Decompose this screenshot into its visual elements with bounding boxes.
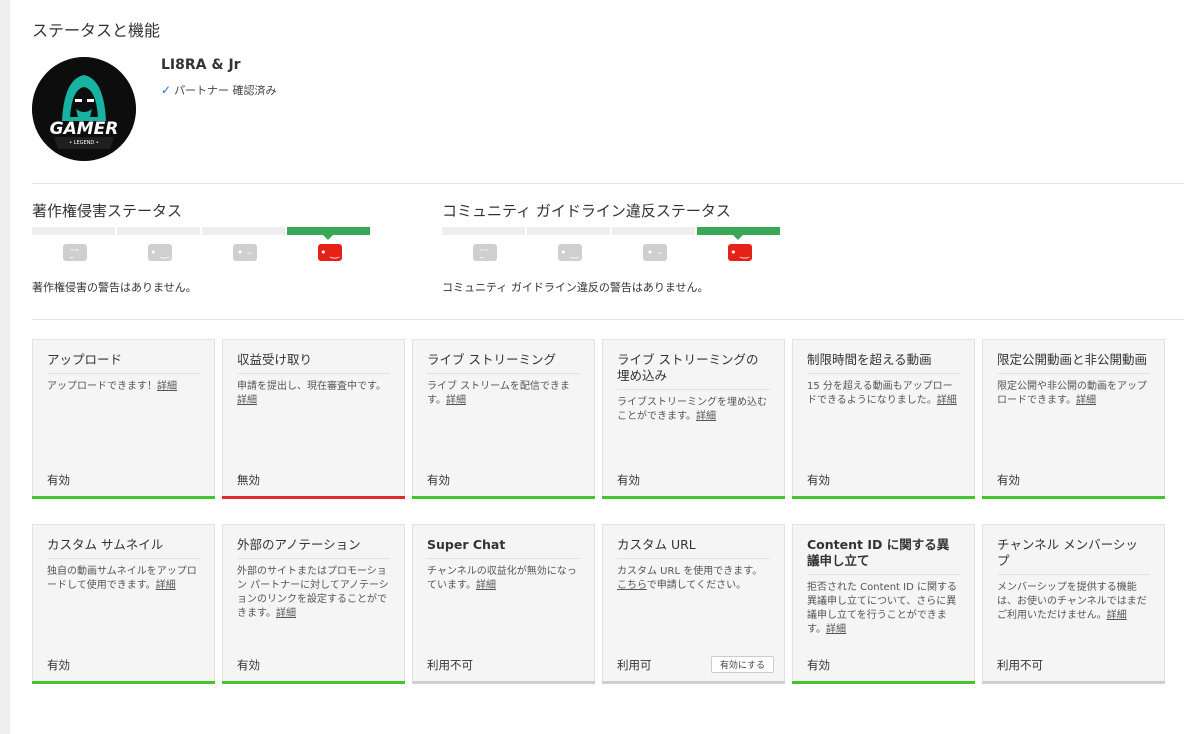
feature-card-content-id-appeals: Content ID に関する異議申し立て 拒否された Content ID に…	[792, 524, 975, 684]
feature-title: Content ID に関する異議申し立て	[807, 537, 960, 575]
feature-description-suffix: で申請してください。	[646, 580, 747, 591]
divider	[32, 183, 1184, 184]
feature-card-super-chat: Super Chat チャンネルの収益化が無効になっています。詳細 利用不可	[412, 524, 595, 684]
feature-card-embed-live: ライブ ストリーミングの埋め込み ライブストリーミングを埋め込むことができます。…	[602, 339, 785, 499]
details-link[interactable]: 詳細	[1107, 610, 1127, 621]
strike-segment	[32, 227, 115, 235]
feature-card-custom-url: カスタム URL カスタム URL を使用できます。 こちらで申請してください。 …	[602, 524, 785, 684]
copyright-message: 著作権侵害の警告はありません。	[32, 281, 197, 294]
feature-status: 有効	[807, 658, 830, 672]
feature-title: 収益受け取り	[237, 352, 390, 374]
strike-segment-active	[697, 227, 780, 240]
strike-segment-active	[287, 227, 370, 240]
feature-status: 有効	[807, 473, 830, 487]
feature-status: 利用不可	[427, 658, 473, 672]
feature-description: 限定公開や非公開の動画をアップロードできます。	[997, 381, 1147, 406]
community-status-title: コミュニティ ガイドライン違反ステータス	[442, 202, 731, 220]
feature-card-upload: アップロード アップロードできます！詳細 有効	[32, 339, 215, 499]
feature-card-channel-membership: チャンネル メンバーシップ メンバーシップを提供する機能は、お使いのチャンネルで…	[982, 524, 1165, 684]
feature-description: 外部のサイトまたはプロモーション パートナーに対してアノテーションのリンクを設定…	[237, 566, 389, 619]
feature-description: アップロードできます！	[47, 381, 157, 392]
sad-face-icon: ᵔ̯ᵔ	[62, 244, 87, 261]
happy-face-icon: • ‿ •	[727, 244, 752, 276]
feature-description: チャンネルの収益化が無効になっています。	[427, 566, 577, 591]
community-faces: ᵔ̯ᵔ • ‿ • • – • • ‿ •	[442, 244, 782, 276]
avatar-text: GAMER	[50, 119, 119, 139]
feature-status: 有効	[427, 473, 450, 487]
feature-card-longer-videos: 制限時間を超える動画 15 分を超える動画もアップロードできるようになりました。…	[792, 339, 975, 499]
details-link[interactable]: 詳細	[276, 608, 296, 619]
strike-segment	[117, 227, 200, 235]
feature-title: 制限時間を超える動画	[807, 352, 960, 374]
community-strike-bar	[442, 227, 780, 240]
feature-description: 申請を提出し、現在審査中です。	[237, 381, 386, 392]
feature-card-external-annotations: 外部のアノテーション 外部のサイトまたはプロモーション パートナーに対してアノテ…	[222, 524, 405, 684]
happy-face-icon: • ‿ •	[317, 244, 342, 276]
details-link[interactable]: 詳細	[446, 395, 466, 406]
channel-avatar: GAMER • LEGEND •	[32, 57, 136, 161]
strike-segment	[442, 227, 525, 235]
sad-face-icon: ᵔ̯ᵔ	[472, 244, 497, 261]
feature-card-live-streaming: ライブ ストリーミング ライブ ストリームを配信できます。詳細 有効	[412, 339, 595, 499]
feature-title: アップロード	[47, 352, 200, 374]
verified-status: ✓ パートナー 確認済み	[161, 82, 277, 98]
feature-status: 有効	[47, 473, 70, 487]
divider	[32, 319, 1184, 320]
copyright-status-title: 著作権侵害ステータス	[32, 202, 183, 220]
details-link[interactable]: 詳細	[826, 624, 846, 635]
details-link[interactable]: 詳細	[156, 580, 176, 591]
feature-description: ライブストリーミングを埋め込むことができます。	[617, 397, 767, 422]
feature-status: 有効	[617, 473, 640, 487]
details-link[interactable]: 詳細	[476, 580, 496, 591]
feature-title: 限定公開動画と非公開動画	[997, 352, 1150, 374]
verified-label: パートナー 確認済み	[174, 84, 277, 97]
feature-title: カスタム URL	[617, 537, 770, 559]
avatar-subtext: • LEGEND •	[69, 140, 99, 146]
feature-title: ライブ ストリーミング	[427, 352, 580, 374]
feature-title: 外部のアノテーション	[237, 537, 390, 559]
page-title: ステータスと機能	[32, 21, 161, 40]
avatar-logo-icon: GAMER • LEGEND •	[32, 57, 136, 161]
details-link[interactable]: 詳細	[937, 395, 957, 406]
feature-status: 有効	[47, 658, 70, 672]
details-link[interactable]: 詳細	[157, 381, 177, 392]
feature-status: 無効	[237, 473, 260, 487]
feature-status: 有効	[237, 658, 260, 672]
feature-card-monetization: 収益受け取り 申請を提出し、現在審査中です。詳細 無効	[222, 339, 405, 499]
copyright-faces: ᵔ̯ᵔ • ‿ • • – • • ‿ •	[32, 244, 372, 276]
details-link[interactable]: 詳細	[1076, 395, 1096, 406]
channel-name: LI8RA & Jr	[161, 57, 241, 73]
feature-status: 有効	[997, 473, 1020, 487]
details-link[interactable]: 詳細	[696, 411, 716, 422]
strike-segment	[527, 227, 610, 235]
feature-status: 利用可	[617, 658, 652, 672]
neutral-face-icon: • – •	[642, 244, 667, 276]
apply-here-link[interactable]: こちら	[617, 580, 647, 591]
feature-title: ライブ ストリーミングの埋め込み	[617, 352, 770, 390]
feature-description: カスタム URL を使用できます。	[617, 566, 763, 577]
strike-segment	[612, 227, 695, 235]
strike-segment	[202, 227, 285, 235]
feature-title: チャンネル メンバーシップ	[997, 537, 1150, 575]
neutral-face-icon: • – •	[232, 244, 257, 276]
feature-title: カスタム サムネイル	[47, 537, 200, 559]
community-message: コミュニティ ガイドライン違反の警告はありません。	[442, 281, 709, 294]
left-rail	[0, 0, 10, 734]
checkmark-icon: ✓	[161, 83, 172, 97]
feature-status: 利用不可	[997, 658, 1043, 672]
details-link[interactable]: 詳細	[237, 395, 257, 406]
copyright-strike-bar	[32, 227, 370, 240]
unsure-face-icon: • ‿ •	[147, 244, 172, 276]
enable-button[interactable]: 有効にする	[710, 656, 774, 673]
feature-description: 15 分を超える動画もアップロードできるようになりました。	[807, 381, 953, 406]
unsure-face-icon: • ‿ •	[557, 244, 582, 276]
feature-card-custom-thumbnails: カスタム サムネイル 独自の動画サムネイルをアップロードして使用できます。詳細 …	[32, 524, 215, 684]
feature-card-unlisted-private: 限定公開動画と非公開動画 限定公開や非公開の動画をアップロードできます。詳細 有…	[982, 339, 1165, 499]
feature-grid: アップロード アップロードできます！詳細 有効 収益受け取り 申請を提出し、現在…	[32, 339, 1165, 684]
feature-title: Super Chat	[427, 537, 580, 559]
